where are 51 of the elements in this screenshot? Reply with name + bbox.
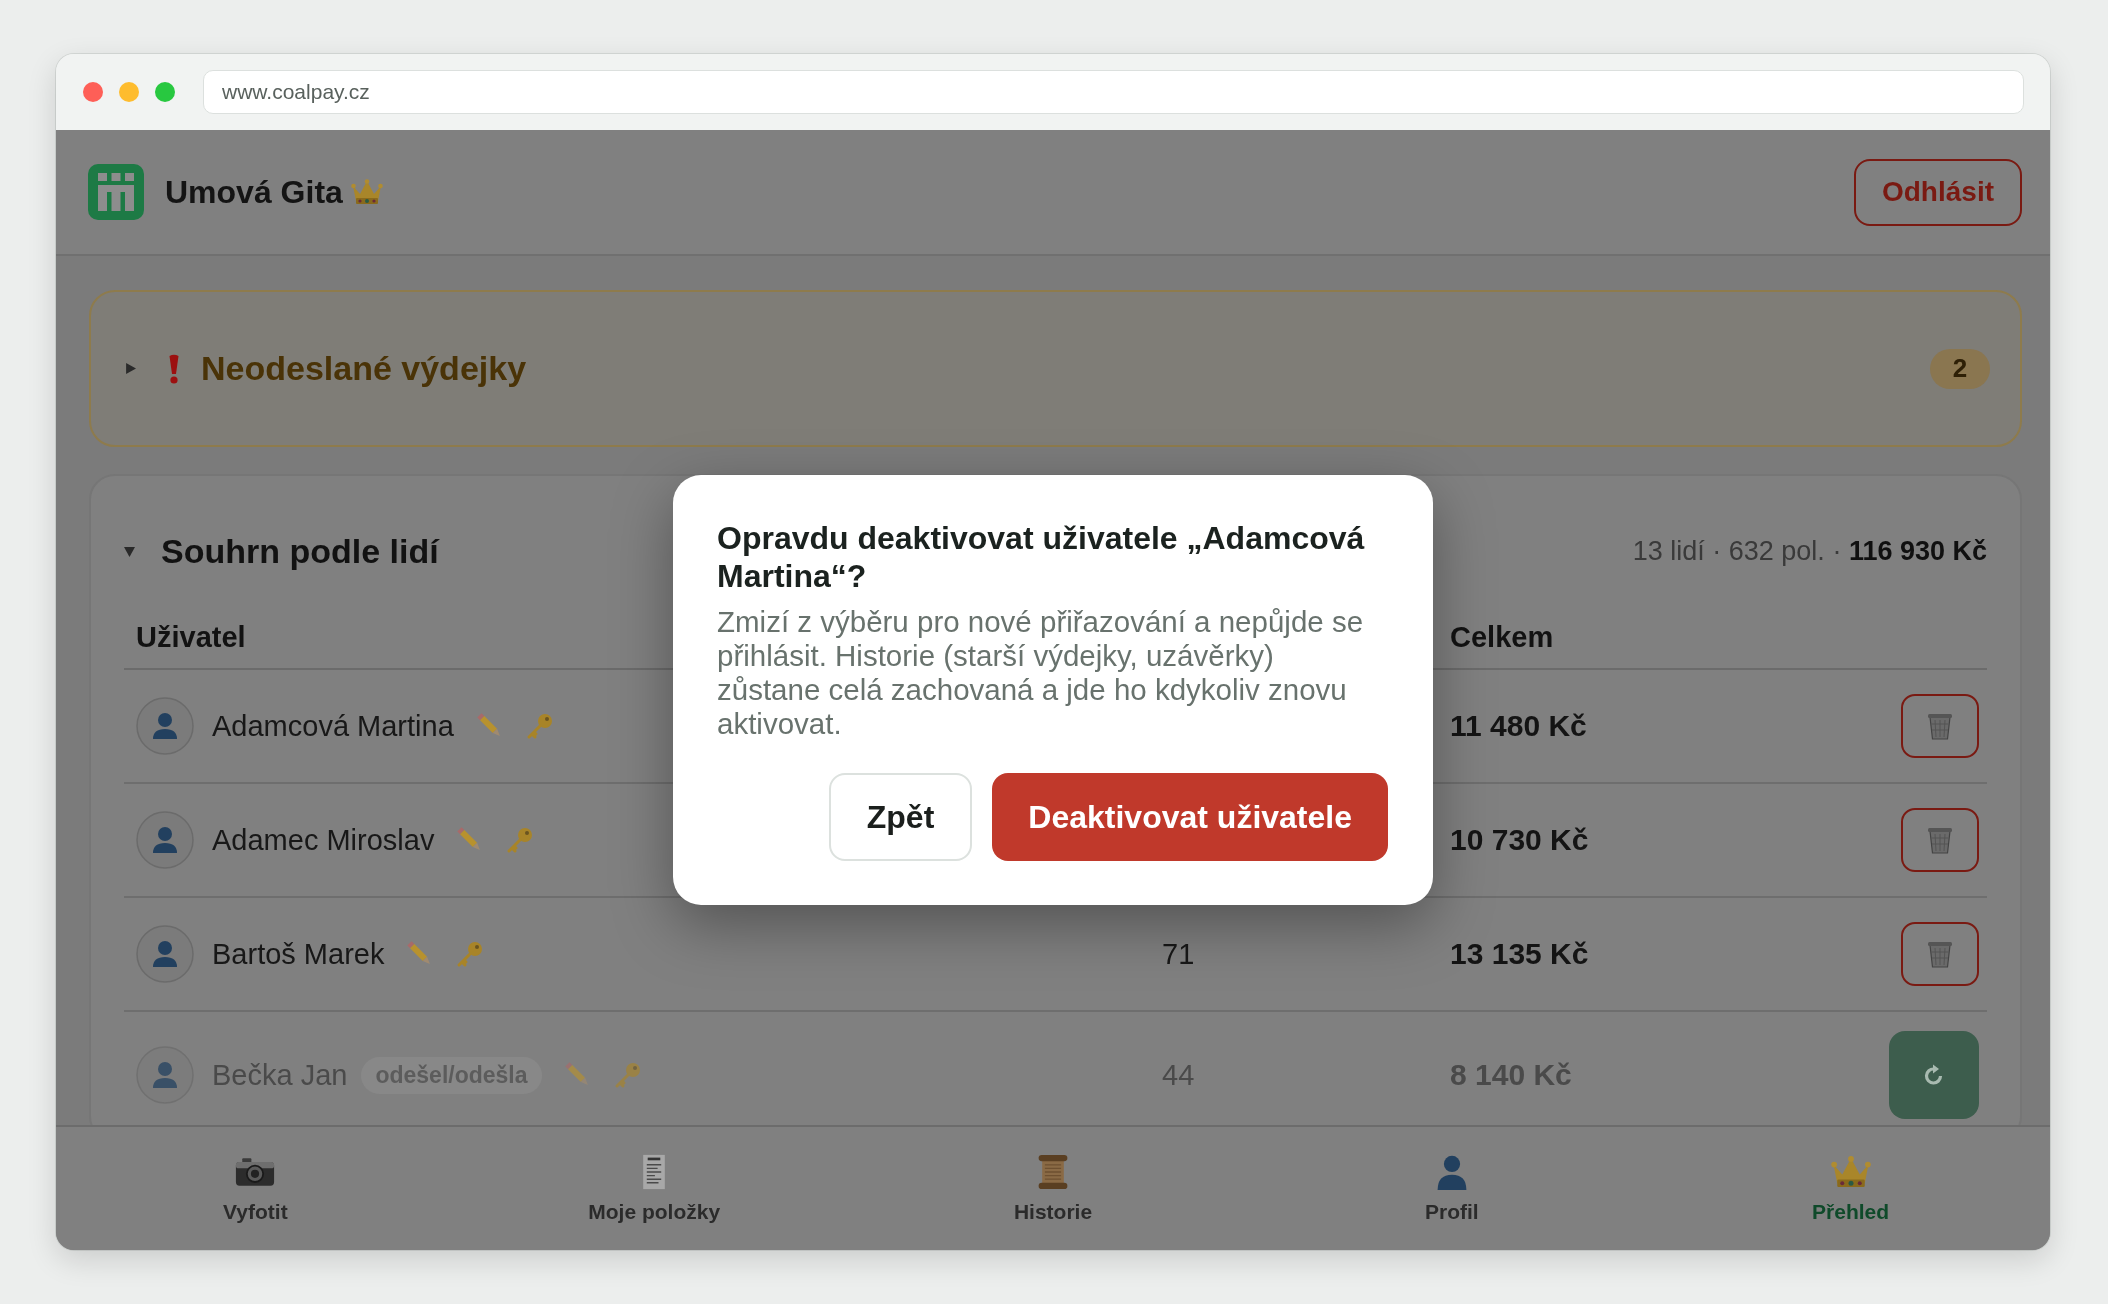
dialog-title: Opravdu deaktivovat uživatele „Adamcová Martina“?	[717, 519, 1366, 595]
crown-icon	[1830, 1153, 1871, 1190]
delete-button[interactable]	[1901, 808, 1979, 872]
column-header: Uživatel	[136, 620, 246, 654]
delete-button[interactable]	[1901, 694, 1979, 758]
column-header: Celkem	[1450, 620, 1554, 654]
total-amount: 11 480 Kč	[1450, 709, 1587, 742]
key-icon[interactable]	[456, 940, 485, 968]
total-amount: 10 730 Kč	[1450, 823, 1589, 856]
trash-icon	[1927, 712, 1953, 740]
dialog-message: Zmizí z výběru pro nové přiřazování a nepůjde se přihlásit. Historie (starší výdejky, uzávěrky) zůstane celá zachovaná a jde ho kdykoliv znovu aktivovat.	[717, 605, 1365, 741]
undo-arrow-icon	[1923, 1064, 1945, 1086]
back-button[interactable]: Zpět	[828, 773, 973, 861]
crown-icon	[350, 179, 383, 205]
item-count: 71	[1162, 937, 1195, 970]
key-icon[interactable]	[613, 1061, 642, 1089]
caret-icon[interactable]	[125, 363, 136, 374]
trash-icon	[1927, 826, 1953, 854]
avatar-icon	[136, 697, 194, 755]
unsent-panel[interactable]: Neodeslané výdejky 2	[89, 290, 2022, 447]
restore-button[interactable]	[1889, 1031, 1979, 1119]
address-bar[interactable]: www.coalpay.cz	[203, 70, 2024, 114]
summary-stats: 13 lidí · 632 pol. · 116 930 Kč	[1632, 535, 1987, 567]
avatar-icon	[136, 811, 194, 869]
user-name: Adamec Miroslav	[212, 823, 435, 857]
nav-tab[interactable]: Profil	[1252, 1127, 1652, 1250]
deactivate-button[interactable]: Deaktivovat uživatele	[992, 773, 1388, 861]
caret-icon[interactable]	[124, 545, 135, 557]
nav-tab[interactable]: Historie	[853, 1127, 1253, 1250]
avatar-icon	[136, 1046, 194, 1104]
avatar-icon	[136, 925, 194, 983]
nav-tab[interactable]: Moje položky	[454, 1127, 854, 1250]
nav-tab[interactable]: Vyfotit	[56, 1127, 455, 1250]
minimize-window-icon[interactable]	[119, 82, 139, 102]
exclamation-icon	[168, 353, 180, 384]
panel-title: Neodeslané výdejky	[201, 349, 527, 388]
key-icon[interactable]	[506, 826, 535, 854]
user-name: Umová Gita	[165, 173, 343, 211]
maximize-window-icon[interactable]	[155, 82, 175, 102]
key-icon[interactable]	[525, 712, 554, 740]
nav-tab[interactable]: Přehled	[1651, 1127, 2050, 1250]
total-amount: 13 135 Kč	[1450, 937, 1589, 970]
count-badge: 2	[1930, 348, 1990, 389]
section-title: Souhrn podle lidí	[161, 531, 439, 571]
logout-button[interactable]: Odhlásit	[1854, 158, 2022, 226]
trash-icon	[1927, 940, 1953, 968]
close-window-icon[interactable]	[83, 82, 103, 102]
user-name: Bartoš Marek	[212, 937, 385, 971]
app-logo-icon	[88, 164, 144, 220]
delete-button[interactable]	[1901, 922, 1979, 986]
user-name: Adamcová Martina	[212, 709, 454, 743]
